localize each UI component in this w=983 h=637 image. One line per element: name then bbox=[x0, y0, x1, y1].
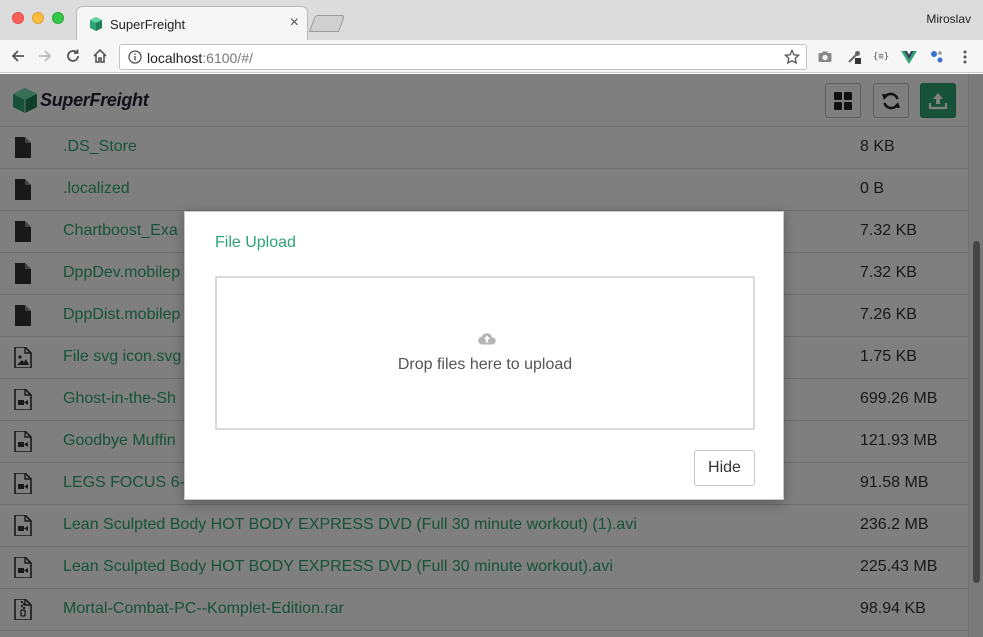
arrow-left-icon bbox=[11, 50, 24, 62]
forward-button[interactable] bbox=[34, 45, 56, 67]
new-tab-button[interactable] bbox=[308, 15, 346, 32]
reload-icon bbox=[67, 49, 79, 62]
app-viewport: SuperFreight .DS_Store8 KB.localized0 BC… bbox=[0, 74, 983, 637]
url-path: :6100/#/ bbox=[202, 50, 253, 66]
json-viewer-extension-icon[interactable]: {≡} bbox=[872, 48, 890, 66]
superfreight-favicon-icon bbox=[90, 17, 102, 31]
browser-tab-active[interactable]: SuperFreight × bbox=[76, 6, 308, 40]
vue-icon bbox=[901, 51, 917, 64]
bookmark-star-icon[interactable] bbox=[784, 49, 800, 65]
camera-icon bbox=[818, 51, 832, 62]
window-maximize-button[interactable] bbox=[52, 12, 64, 24]
browser-toolbar: localhost:6100/#/ {≡} bbox=[0, 40, 983, 73]
browser-titlebar: SuperFreight × Miroslav bbox=[0, 0, 983, 40]
puzzle-extension-button[interactable] bbox=[928, 48, 946, 66]
tab-close-icon[interactable]: × bbox=[290, 13, 299, 33]
info-icon[interactable] bbox=[128, 50, 142, 64]
eyedropper-extension-button[interactable] bbox=[845, 48, 863, 66]
file-dropzone[interactable]: Drop files here to upload bbox=[215, 276, 755, 430]
browser-menu-button[interactable] bbox=[956, 48, 974, 66]
file-upload-modal: File Upload Drop files here to upload Hi… bbox=[184, 211, 784, 500]
profile-name[interactable]: Miroslav bbox=[926, 12, 971, 26]
address-bar[interactable]: localhost:6100/#/ bbox=[119, 44, 807, 70]
extension-dots-icon bbox=[931, 51, 943, 63]
more-vertical-icon bbox=[963, 50, 967, 64]
hide-button[interactable]: Hide bbox=[694, 450, 755, 486]
reload-button[interactable] bbox=[62, 45, 84, 67]
cloud-upload-icon bbox=[478, 333, 496, 345]
home-icon bbox=[93, 48, 107, 63]
arrow-right-icon bbox=[39, 50, 52, 62]
tab-title: SuperFreight bbox=[110, 17, 186, 32]
url-text: localhost:6100/#/ bbox=[147, 50, 253, 66]
camera-extension-button[interactable] bbox=[816, 48, 834, 66]
eyedropper-icon bbox=[848, 51, 861, 64]
home-button[interactable] bbox=[89, 45, 111, 67]
dropzone-message: Drop files here to upload bbox=[397, 356, 573, 373]
url-host: localhost bbox=[147, 50, 203, 66]
vue-devtools-extension-button[interactable] bbox=[900, 48, 918, 66]
window-minimize-button[interactable] bbox=[32, 12, 44, 24]
window-close-button[interactable] bbox=[12, 12, 24, 24]
modal-title: File Upload bbox=[215, 234, 296, 251]
back-button[interactable] bbox=[7, 45, 29, 67]
